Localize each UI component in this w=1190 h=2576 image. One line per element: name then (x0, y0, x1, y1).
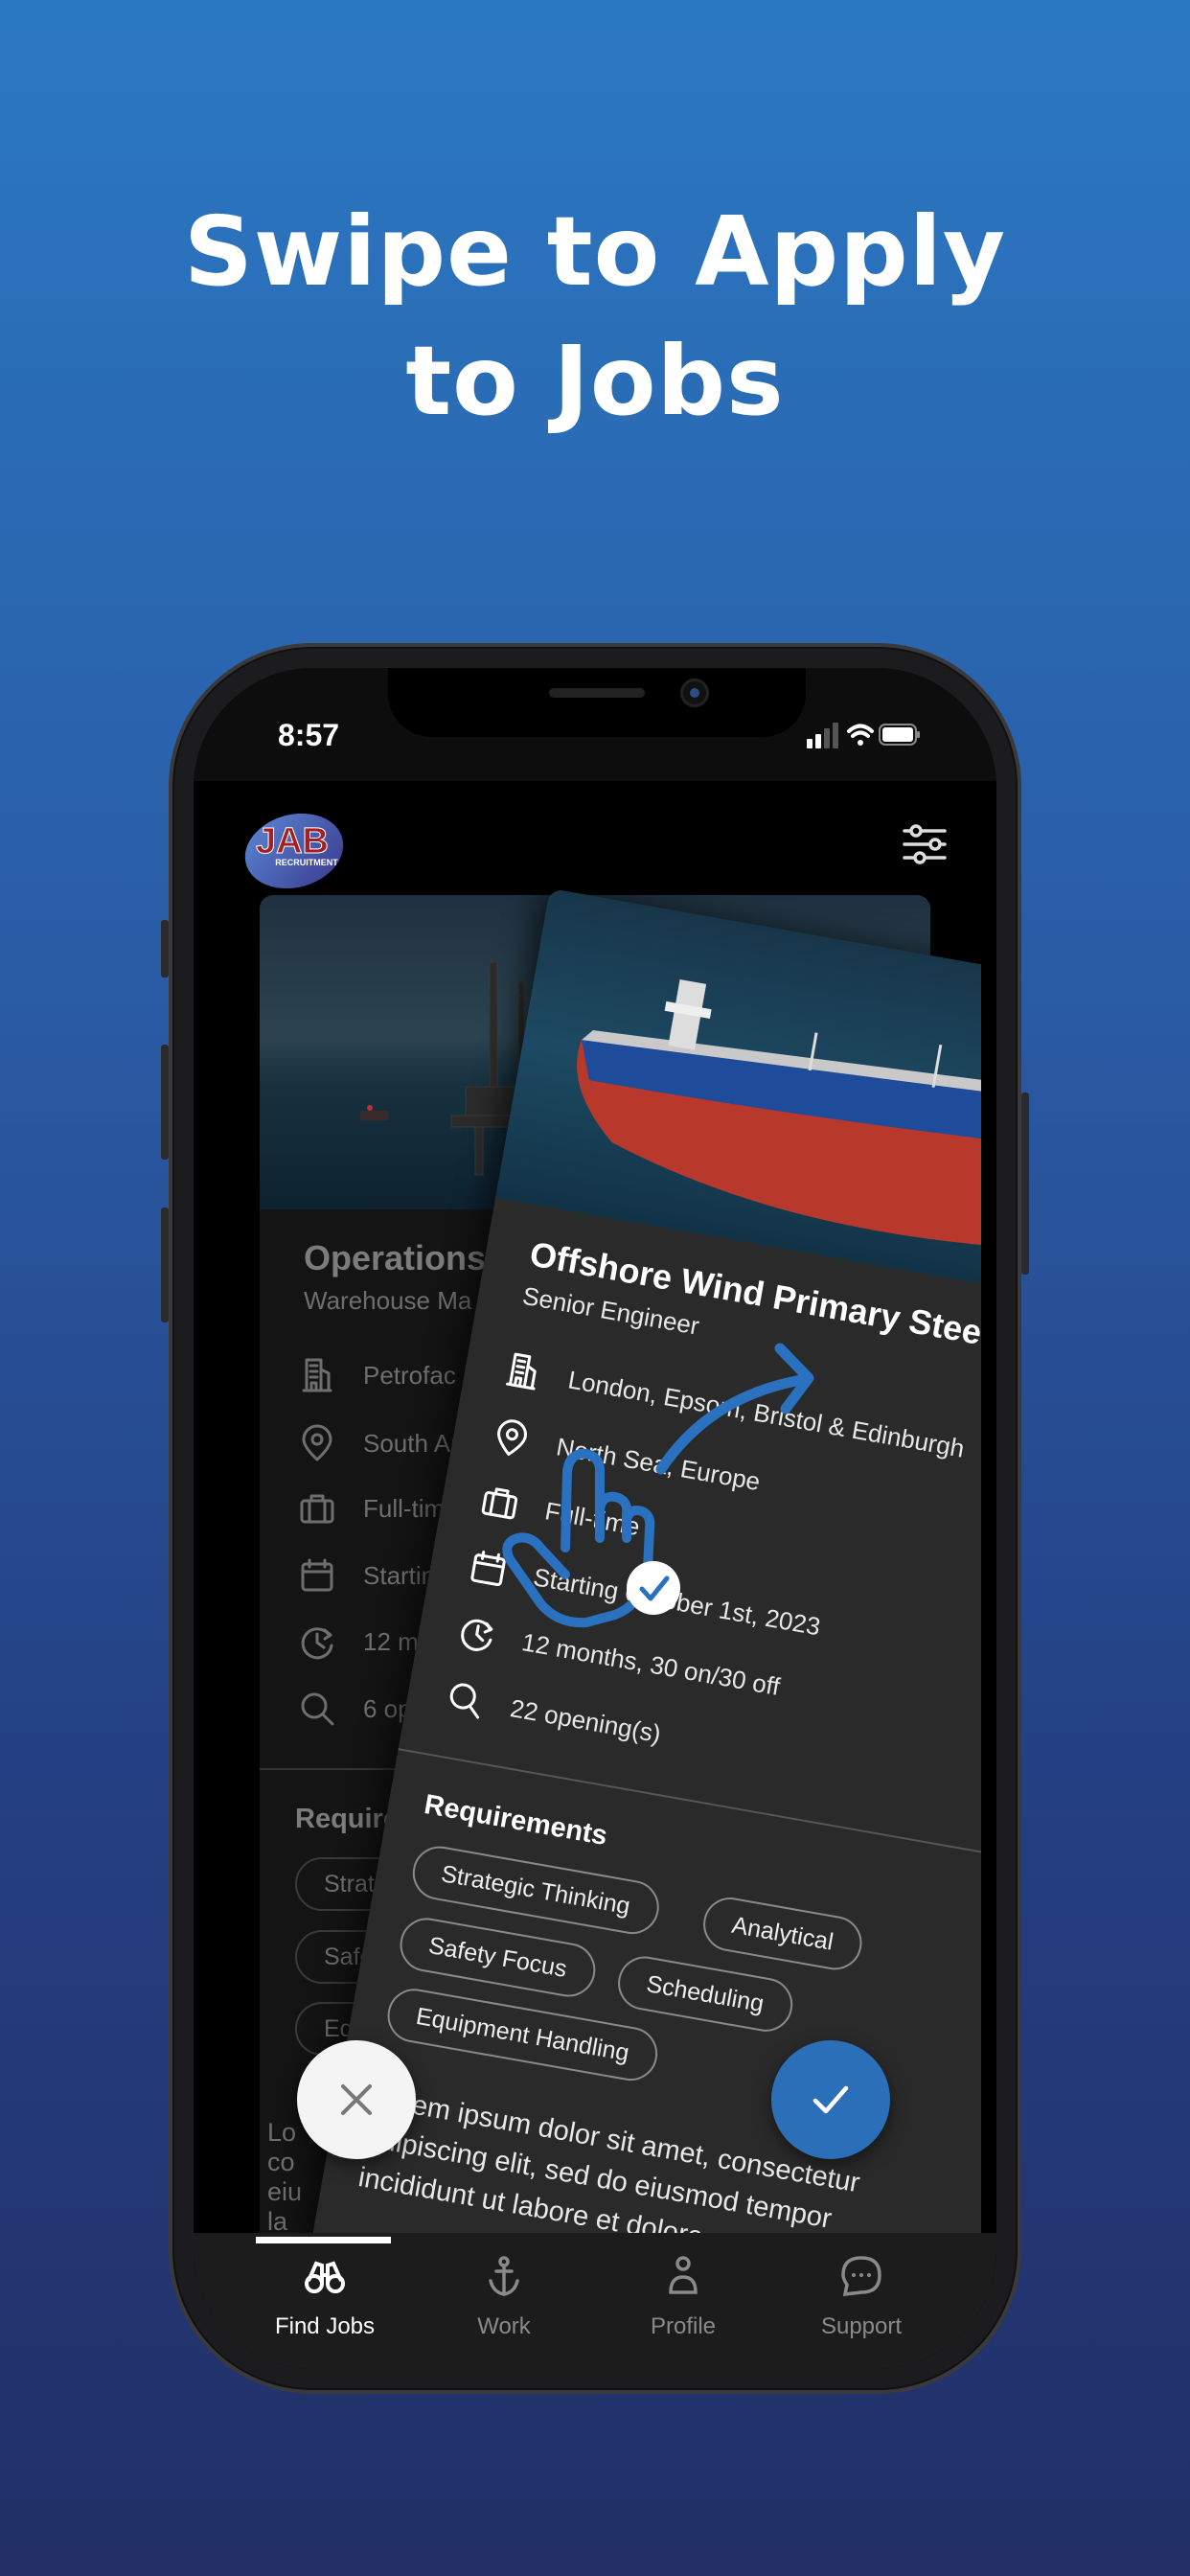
swipe-arrow-icon (655, 1343, 814, 1475)
phone-volume-up (161, 1045, 169, 1160)
screen: 8:57 JAB RECRUITMENT Operations Warehous… (194, 668, 996, 2369)
active-tab-indicator (256, 2237, 391, 2243)
binoculars-icon (305, 2261, 345, 2293)
swipe-gesture-overlay (502, 1343, 814, 1628)
wifi-icon (847, 724, 874, 746)
speaker (549, 688, 645, 698)
tab-label: Work (477, 2313, 531, 2339)
status-icons (807, 723, 920, 748)
anchor-icon (489, 2256, 519, 2296)
front-camera (680, 678, 709, 707)
reject-button[interactable] (297, 2040, 416, 2159)
close-icon (341, 2084, 372, 2115)
find-jobs-view: JAB RECRUITMENT Operations Warehouse Ma … (194, 781, 981, 2233)
tab-find-jobs[interactable]: Find Jobs (243, 2254, 406, 2340)
notch (388, 668, 806, 737)
tab-label: Find Jobs (274, 2313, 376, 2339)
phone-volume-down (161, 1208, 169, 1322)
apply-button[interactable] (771, 2040, 890, 2159)
phone-power-button (1021, 1092, 1029, 1275)
status-time: 8:57 (278, 718, 340, 752)
tab-label: Support (820, 2313, 903, 2339)
chat-icon (841, 2256, 881, 2297)
headline-line-2: to Jobs (405, 325, 785, 437)
check-badge-icon (627, 1561, 680, 1615)
tab-label: Profile (650, 2313, 717, 2339)
check-icon (812, 2085, 849, 2114)
signal-icon (807, 723, 838, 748)
tab-profile[interactable]: Profile (602, 2254, 765, 2340)
headline-line-1: Swipe to Apply (183, 196, 1007, 308)
bottom-tab-bar: Find Jobs Work Profile Support (194, 2233, 996, 2369)
tab-work[interactable]: Work (423, 2254, 585, 2340)
tab-support[interactable]: Support (780, 2254, 943, 2340)
battery-icon (879, 724, 920, 746)
user-icon (669, 2256, 698, 2294)
phone-mute-switch (161, 920, 169, 978)
headline: Swipe to Apply to Jobs (0, 187, 1190, 446)
